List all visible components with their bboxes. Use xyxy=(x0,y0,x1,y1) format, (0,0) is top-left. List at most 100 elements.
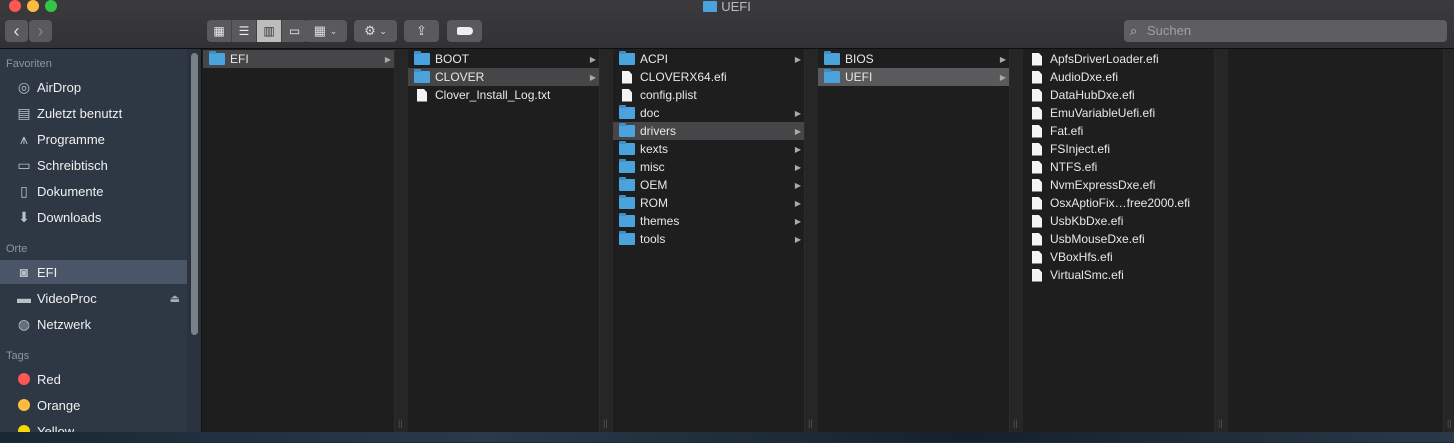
back-button[interactable]: ‹ xyxy=(5,20,28,42)
sidebar-scrollbar[interactable] xyxy=(187,49,202,432)
item-name: Clover_Install_Log.txt xyxy=(435,88,551,102)
file-item[interactable]: Fat.efi xyxy=(1023,122,1214,140)
tag-orange[interactable]: Orange xyxy=(0,393,187,417)
column-resize-handle[interactable]: || xyxy=(804,49,818,432)
list-view-icon[interactable]: ☰ xyxy=(232,20,257,42)
tag-color-icon xyxy=(18,399,30,411)
file-item[interactable]: AudioDxe.efi xyxy=(1023,68,1214,86)
share-button[interactable]: ⇪ xyxy=(404,20,439,42)
section-places: Orte xyxy=(6,243,28,255)
section-tags: Tags xyxy=(6,350,30,362)
item-name: misc xyxy=(640,160,665,174)
folder-item[interactable]: UEFI ▶ xyxy=(818,68,1009,86)
file-icon xyxy=(417,88,427,102)
column-resize-handle[interactable]: || xyxy=(1443,49,1454,432)
sidebar-item-netzwerk[interactable]: ◍ Netzwerk xyxy=(0,312,187,336)
toolbar: UEFI ‹ › ▦ ☰ ▥ ▭ ▦ ⌄ ⚙ ⌄ ⇪ ⌕ Suchen xyxy=(0,0,1454,49)
folder-icon xyxy=(209,51,225,65)
sidebar-item-programme[interactable]: ⩚ Programme xyxy=(0,127,187,151)
folder-icon xyxy=(414,51,430,65)
file-item[interactable]: VBoxHfs.efi xyxy=(1023,248,1214,266)
folder-icon xyxy=(619,213,635,227)
sidebar-item-label: EFI xyxy=(37,264,58,280)
tag-red[interactable]: Red xyxy=(0,367,187,391)
folder-item[interactable]: EFI ▶ xyxy=(203,50,394,68)
search-field[interactable]: ⌕ Suchen xyxy=(1124,20,1447,42)
file-item[interactable]: UsbKbDxe.efi xyxy=(1023,212,1214,230)
file-icon xyxy=(1032,88,1042,102)
file-item[interactable]: FSInject.efi xyxy=(1023,140,1214,158)
browser-column: || xyxy=(1228,49,1454,432)
folder-item[interactable]: OEM ▶ xyxy=(613,176,804,194)
folder-item[interactable]: ROM ▶ xyxy=(613,194,804,212)
desktop-background xyxy=(0,432,1454,442)
disclosure-arrow-icon: ▶ xyxy=(794,126,801,136)
browser-column: BOOT ▶ CLOVER ▶ Clover_Install_Log.txt || xyxy=(408,49,613,432)
file-item[interactable]: config.plist xyxy=(613,86,804,104)
file-item[interactable]: ApfsDriverLoader.efi xyxy=(1023,50,1214,68)
column-resize-handle[interactable]: || xyxy=(394,49,408,432)
folder-icon xyxy=(414,69,430,83)
item-name: tools xyxy=(640,232,666,246)
column-resize-handle[interactable]: || xyxy=(1214,49,1228,432)
folder-icon xyxy=(619,105,635,119)
tags-button[interactable] xyxy=(447,20,482,42)
folder-item[interactable]: ACPI ▶ xyxy=(613,50,804,68)
sidebar-item-label: Downloads xyxy=(37,209,102,225)
file-item[interactable]: EmuVariableUefi.efi xyxy=(1023,104,1214,122)
file-icon xyxy=(622,70,632,84)
item-name: ApfsDriverLoader.efi xyxy=(1050,52,1159,66)
column-view-icon[interactable]: ▥ xyxy=(257,20,282,42)
item-name: AudioDxe.efi xyxy=(1050,70,1119,84)
file-item[interactable]: OsxAptioFix…free2000.efi xyxy=(1023,194,1214,212)
folder-item[interactable]: themes ▶ xyxy=(613,212,804,230)
file-icon xyxy=(1032,178,1042,192)
sidebar-item-zuletzt-benutzt[interactable]: ▤ Zuletzt benutzt xyxy=(0,101,187,125)
file-item[interactable]: NvmExpressDxe.efi xyxy=(1023,176,1214,194)
share-icon: ⇪ xyxy=(416,23,427,38)
item-name: CLOVERX64.efi xyxy=(640,70,727,84)
folder-item[interactable]: BOOT ▶ xyxy=(408,50,599,68)
action-button[interactable]: ⚙ ⌄ xyxy=(354,20,397,42)
folder-item[interactable]: CLOVER ▶ xyxy=(408,68,599,86)
folder-item[interactable]: doc ▶ xyxy=(613,104,804,122)
item-name: DataHubDxe.efi xyxy=(1050,88,1135,102)
item-name: VBoxHfs.efi xyxy=(1050,250,1113,264)
file-item[interactable]: UsbMouseDxe.efi xyxy=(1023,230,1214,248)
folder-item[interactable]: misc ▶ xyxy=(613,158,804,176)
item-name: ACPI xyxy=(640,52,669,66)
disclosure-arrow-icon: ▶ xyxy=(794,144,801,154)
eject-icon[interactable]: ⏏ xyxy=(170,292,180,305)
icon-view-icon[interactable]: ▦ xyxy=(207,20,232,42)
file-item[interactable]: DataHubDxe.efi xyxy=(1023,86,1214,104)
file-item[interactable]: NTFS.efi xyxy=(1023,158,1214,176)
sidebar-item-schreibtisch[interactable]: ▭ Schreibtisch xyxy=(0,153,187,177)
folder-icon xyxy=(619,231,635,245)
group-button[interactable]: ▦ ⌄ xyxy=(304,20,347,42)
folder-icon xyxy=(619,141,635,155)
folder-item[interactable]: kexts ▶ xyxy=(613,140,804,158)
sidebar-item-efi[interactable]: ◙ EFI xyxy=(0,260,187,284)
column-resize-handle[interactable]: || xyxy=(1009,49,1023,432)
disclosure-arrow-icon: ▶ xyxy=(794,162,801,172)
recents-icon: ▤ xyxy=(17,104,31,121)
chevron-down-icon: ⌄ xyxy=(379,25,387,36)
forward-button[interactable]: › xyxy=(29,20,52,42)
folder-item[interactable]: drivers ▶ xyxy=(613,122,804,140)
section-favorites: Favoriten xyxy=(6,58,52,70)
item-name: OsxAptioFix…free2000.efi xyxy=(1050,196,1191,210)
sidebar-item-airdrop[interactable]: ◎ AirDrop xyxy=(0,75,187,99)
folder-item[interactable]: BIOS ▶ xyxy=(818,50,1009,68)
sidebar-item-videoproc[interactable]: ▬ VideoProc ⏏ xyxy=(0,286,187,310)
sidebar-item-dokumente[interactable]: ▯ Dokumente xyxy=(0,179,187,203)
scrollbar-thumb[interactable] xyxy=(191,53,198,335)
sidebar-item-downloads[interactable]: ⬇ Downloads xyxy=(0,205,187,229)
column-resize-handle[interactable]: || xyxy=(599,49,613,432)
gear-icon: ⚙ xyxy=(364,23,376,38)
file-item[interactable]: VirtualSmc.efi xyxy=(1023,266,1214,284)
file-icon xyxy=(1032,214,1042,228)
file-item[interactable]: Clover_Install_Log.txt xyxy=(408,86,599,104)
disclosure-arrow-icon: ▶ xyxy=(794,234,801,244)
file-item[interactable]: CLOVERX64.efi xyxy=(613,68,804,86)
folder-item[interactable]: tools ▶ xyxy=(613,230,804,248)
